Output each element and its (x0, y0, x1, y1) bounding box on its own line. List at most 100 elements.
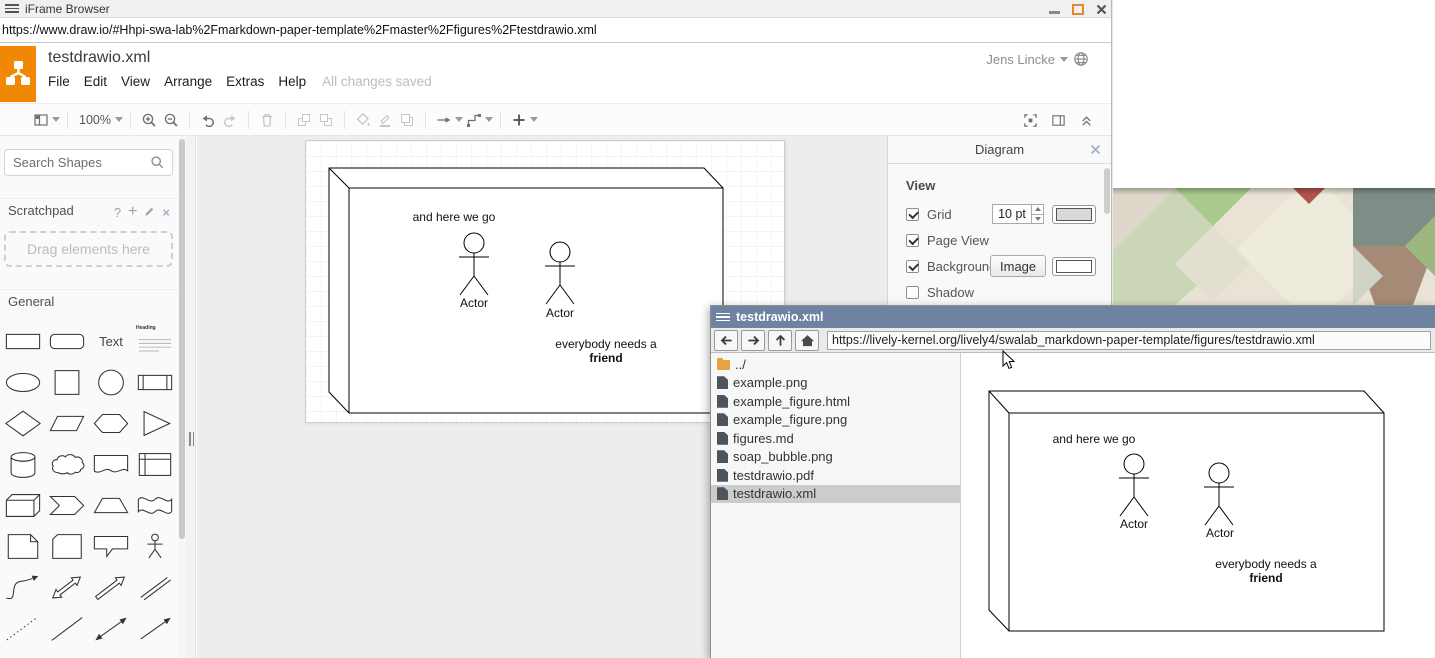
stepper-arrows[interactable] (1031, 205, 1043, 223)
add-icon[interactable]: + (128, 203, 137, 221)
shape-dashed-line[interactable] (1, 608, 45, 649)
zoom-level-button[interactable]: 100% (75, 108, 115, 132)
home-button[interactable] (795, 330, 819, 351)
back-button[interactable] (714, 330, 738, 351)
shape-curve[interactable] (1, 567, 45, 608)
caption-text[interactable]: and here we go (413, 210, 496, 224)
shape-bidirectional-connector[interactable] (89, 608, 133, 649)
line-color-button[interactable] (374, 108, 396, 132)
general-section-header[interactable]: General (0, 289, 178, 313)
background-color-swatch[interactable] (1052, 257, 1096, 276)
collapse-expand-button[interactable] (1075, 109, 1097, 133)
background-checkbox[interactable] (906, 260, 919, 273)
help-icon[interactable]: ? (114, 205, 121, 220)
scratchpad-drop-zone[interactable]: Drag elements here (4, 231, 173, 267)
menu-view[interactable]: View (121, 74, 150, 89)
fill-color-button[interactable] (352, 108, 374, 132)
shape-tape[interactable] (133, 485, 177, 526)
shape-directional-connector[interactable] (133, 608, 177, 649)
grid-color-swatch[interactable] (1052, 205, 1096, 224)
zoom-out-button[interactable] (160, 108, 182, 132)
shape-rectangle[interactable] (1, 321, 45, 362)
background-image-button[interactable]: Image (990, 255, 1046, 277)
shape-note[interactable] (1, 526, 45, 567)
shape-bidirectional-arrow[interactable] (45, 567, 89, 608)
window-menu-icon[interactable] (716, 311, 730, 323)
tab-diagram[interactable]: Diagram (975, 142, 1024, 157)
shape-cube[interactable] (1, 485, 45, 526)
zoom-in-button[interactable] (138, 108, 160, 132)
actor1-label[interactable]: Actor (460, 296, 488, 310)
file-figures-md[interactable]: figures.md (711, 429, 960, 448)
shape-card[interactable] (45, 526, 89, 567)
shape-document[interactable] (89, 444, 133, 485)
address-bar[interactable]: https://lively-kernel.org/lively4/swalab… (827, 331, 1431, 350)
note-line1[interactable]: everybody needs a (555, 337, 657, 351)
shape-arrow[interactable] (89, 567, 133, 608)
shape-rounded-rectangle[interactable] (45, 321, 89, 362)
fit-page-button[interactable] (1019, 109, 1041, 133)
chevron-down-icon[interactable] (530, 117, 538, 122)
file-example-figure-html[interactable]: example_figure.html (711, 392, 960, 411)
close-button[interactable] (1096, 4, 1107, 15)
up-button[interactable] (768, 330, 792, 351)
shape-callout[interactable] (89, 526, 133, 567)
shape-link[interactable] (133, 567, 177, 608)
shape-hexagon[interactable] (89, 403, 133, 444)
shape-square[interactable] (45, 362, 89, 403)
grid-size-input[interactable]: 10 pt (992, 204, 1044, 224)
connection-button[interactable] (433, 108, 455, 132)
shape-textbox[interactable]: Heading (133, 321, 177, 362)
page-view-button[interactable] (30, 108, 52, 132)
maximize-button[interactable] (1072, 4, 1084, 15)
note-line2[interactable]: friend (589, 351, 622, 365)
file-example-png[interactable]: example.png (711, 374, 960, 393)
close-scratchpad-icon[interactable]: × (162, 205, 170, 220)
menu-extras[interactable]: Extras (226, 74, 264, 89)
box-shape[interactable] (329, 168, 723, 413)
delete-button[interactable] (256, 108, 278, 132)
search-shapes-box[interactable] (4, 149, 173, 176)
menu-arrange[interactable]: Arrange (164, 74, 212, 89)
file-testdrawio-xml[interactable]: testdrawio.xml (711, 485, 960, 504)
window-titlebar[interactable]: iFrame Browser (0, 0, 1111, 18)
shape-triangle[interactable] (133, 403, 177, 444)
shape-internal-storage[interactable] (133, 444, 177, 485)
shape-cylinder[interactable] (1, 444, 45, 485)
grid-checkbox[interactable] (906, 208, 919, 221)
menu-help[interactable]: Help (278, 74, 306, 89)
sidebar-collapse-handle[interactable] (189, 432, 197, 446)
chevron-down-icon[interactable] (115, 117, 123, 122)
shadow-checkbox[interactable] (906, 286, 919, 299)
file-testdrawio-pdf[interactable]: testdrawio.pdf (711, 466, 960, 485)
undo-button[interactable] (197, 108, 219, 132)
shape-actor[interactable] (133, 526, 177, 567)
shape-circle[interactable] (89, 362, 133, 403)
language-globe-icon[interactable] (1073, 51, 1089, 67)
panel-close-button[interactable] (1090, 142, 1101, 160)
chevron-down-icon[interactable] (485, 117, 493, 122)
waypoints-button[interactable] (463, 108, 485, 132)
page-view-checkbox[interactable] (906, 234, 919, 247)
search-icon[interactable] (150, 155, 165, 175)
shape-process[interactable] (133, 362, 177, 403)
insert-button[interactable] (508, 108, 530, 132)
minimize-button[interactable] (1049, 11, 1060, 14)
sidebar-scrollbar[interactable] (178, 136, 186, 658)
shape-parallelogram[interactable] (45, 403, 89, 444)
shape-cloud[interactable] (45, 444, 89, 485)
to-back-button[interactable] (315, 108, 337, 132)
scratchpad-section-header[interactable]: Scratchpad ? + × (0, 198, 178, 222)
shape-step[interactable] (45, 485, 89, 526)
file-parent-dir[interactable]: ../ (711, 355, 960, 374)
pencil-icon[interactable] (144, 205, 155, 220)
file-browser-titlebar[interactable]: testdrawio.xml (711, 306, 1435, 328)
shadow-button[interactable] (396, 108, 418, 132)
menu-file[interactable]: File (48, 74, 70, 89)
window-menu-icon[interactable] (5, 3, 19, 15)
shape-line[interactable] (45, 608, 89, 649)
shape-text[interactable]: Text (89, 321, 133, 362)
browser-url-bar[interactable]: https://www.draw.io/#Hhpi-swa-lab%2Fmark… (0, 18, 1111, 43)
user-menu[interactable]: Jens Lincke (986, 51, 1089, 67)
shape-ellipse[interactable] (1, 362, 45, 403)
